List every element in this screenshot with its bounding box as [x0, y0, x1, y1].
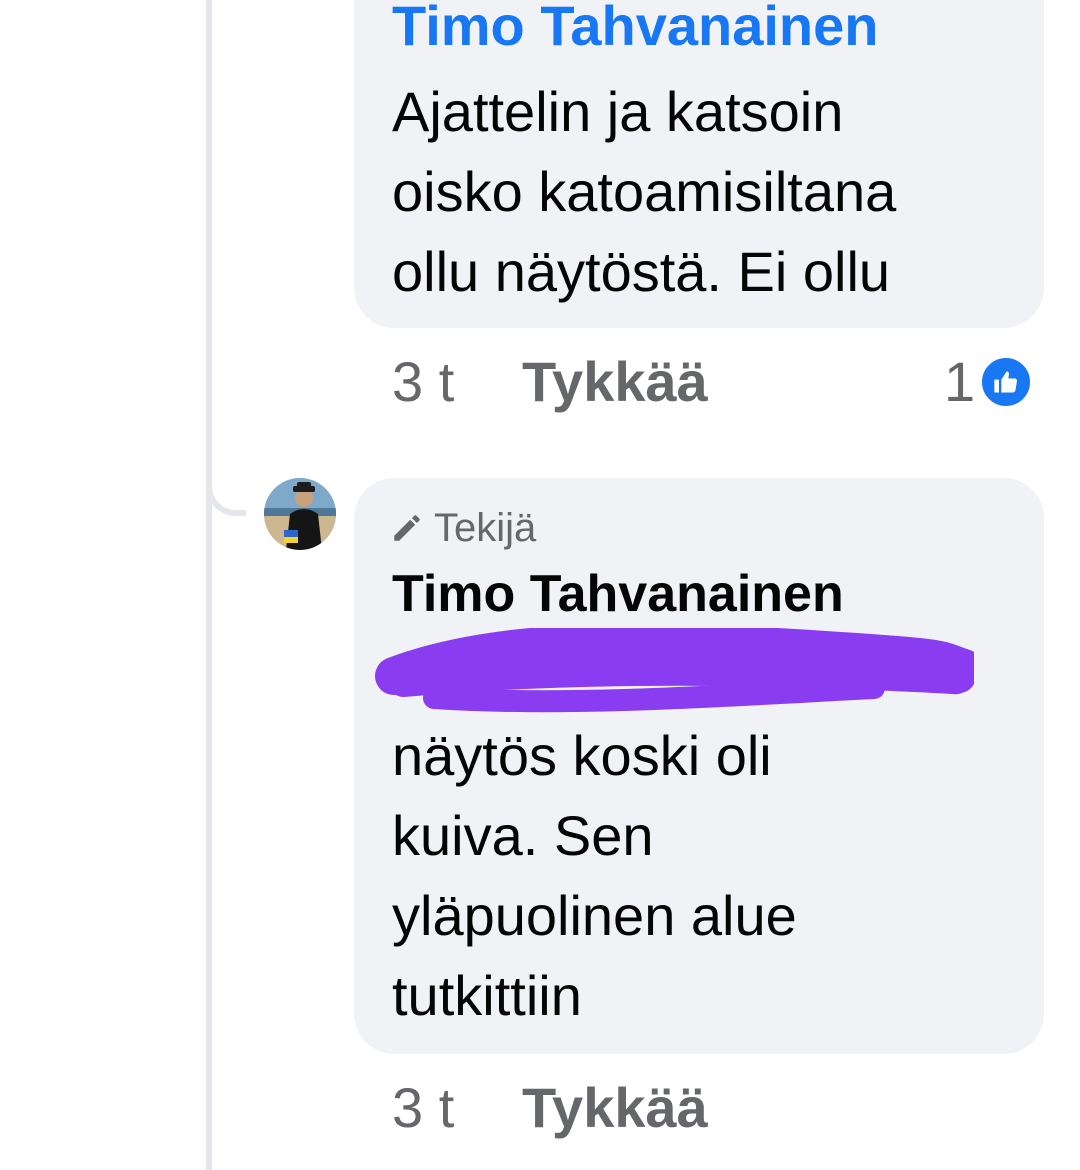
- avatar[interactable]: [264, 478, 336, 550]
- comment-meta: 3 t Tykkää: [392, 1078, 708, 1138]
- like-button[interactable]: Tykkää: [522, 1078, 708, 1138]
- reaction-summary[interactable]: 1: [944, 350, 1034, 413]
- comment-thread: Timo Tahvanainen Ajattelin ja katsoin oi…: [0, 0, 1080, 1170]
- redaction-scribble: [375, 628, 974, 713]
- author-badge-label: Tekijä: [434, 506, 537, 550]
- comment-timestamp[interactable]: 3 t: [392, 352, 522, 412]
- like-button[interactable]: Tykkää: [522, 352, 708, 412]
- author-badge: Tekijä: [390, 506, 536, 550]
- comment-text: Ajattelin ja katsoin oisko katoamisiltan…: [392, 80, 897, 303]
- comment-bubble: Tekijä Timo Tahvanainen näytös koski oli…: [354, 478, 1044, 1054]
- reaction-count: 1: [944, 350, 976, 413]
- thread-line: [206, 0, 212, 1170]
- comment-author-link[interactable]: Timo Tahvanainen: [392, 0, 878, 56]
- pencil-icon: [394, 515, 420, 541]
- comment-bubble: Timo Tahvanainen Ajattelin ja katsoin oi…: [354, 0, 1044, 328]
- thread-branch: [206, 440, 246, 516]
- like-icon: [979, 355, 1034, 409]
- comment-meta: 3 t Tykkää: [392, 352, 708, 412]
- comment-text: näytös koski oli kuiva. Sen yläpuolinen …: [392, 724, 797, 1027]
- comment-author-link[interactable]: Timo Tahvanainen: [392, 564, 844, 624]
- comment-timestamp[interactable]: 3 t: [392, 1078, 522, 1138]
